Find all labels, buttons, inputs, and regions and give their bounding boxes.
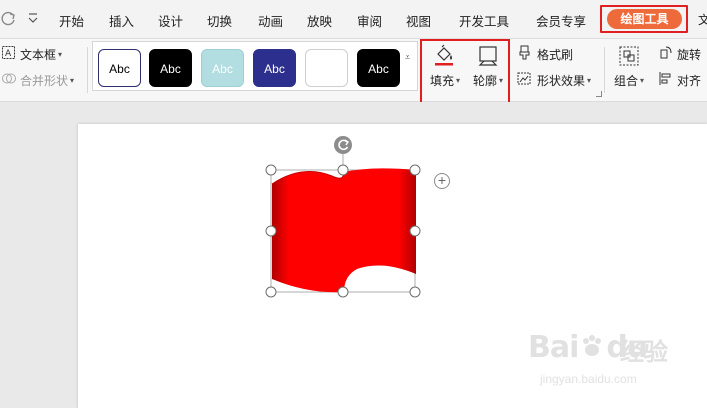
group-icon[interactable] [617,45,641,67]
align-icon [659,72,671,85]
rotate-handle-icon[interactable] [334,136,352,154]
group-button[interactable]: 组合 ▾ [614,72,644,89]
ribbon-divider [604,47,605,93]
tab-animation[interactable]: 动画 [258,11,283,30]
merge-shapes-icon [2,73,16,84]
paw-icon [583,335,602,356]
tab-drawing-tools[interactable]: 绘图工具 [607,9,682,29]
resize-handle[interactable] [265,286,277,298]
selected-shape[interactable] [262,134,432,302]
tab-insert[interactable]: 插入 [109,11,134,30]
shape-style-swatch[interactable]: Abc [305,49,348,87]
shape-effects-button[interactable]: 形状效果 ▾ [537,72,591,89]
add-icon[interactable]: + [434,173,450,189]
svg-text:A: A [5,49,12,59]
chevron-down-icon: ▾ [58,50,63,59]
shape-effects-icon [517,72,531,85]
shape-style-swatch[interactable]: Abc [357,49,400,87]
fill-outline-highlight-box [420,39,510,111]
ribbon-tab-bar: 开始 插入 设计 切换 动画 放映 审阅 视图 开发工具 会员专享 绘图工具 文 [0,0,707,39]
tab-developer[interactable]: 开发工具 [459,11,509,30]
tab-transition[interactable]: 切换 [207,11,232,30]
tab-design[interactable]: 设计 [158,11,183,30]
merge-shapes-button[interactable]: 合并形状 ▾ [20,72,74,89]
tab-start[interactable]: 开始 [59,11,84,30]
quick-access-dropdown-icon[interactable] [26,9,40,27]
resize-handle[interactable] [337,286,349,298]
shape-style-swatch[interactable]: Abc [253,49,296,87]
shape-style-swatch[interactable]: Abc [201,49,244,87]
tab-slideshow[interactable]: 放映 [307,11,332,30]
shape-style-swatch[interactable]: Abc [149,49,192,87]
resize-handle[interactable] [265,225,277,237]
redo-icon[interactable] [0,9,18,27]
wave-shape[interactable] [272,168,416,293]
tab-view[interactable]: 视图 [406,11,431,30]
dialog-launcher-icon[interactable] [596,91,602,97]
chevron-down-icon: ▾ [640,76,645,85]
textbox-button[interactable]: 文本框 ▾ [20,46,62,63]
shape-styles-gallery: Abc Abc Abc Abc Abc Abc [92,41,418,91]
resize-handle[interactable] [409,286,421,298]
rotate-icon [660,46,672,59]
resize-handle[interactable] [409,225,421,237]
shape-style-swatch[interactable]: Abc [98,49,141,87]
tab-text-truncated[interactable]: 文 [698,11,707,28]
align-button[interactable]: 对齐 [677,72,701,89]
watermark-jingyan: 经验 [620,339,668,366]
tab-member[interactable]: 会员专享 [536,11,586,30]
format-painter-icon [519,45,530,60]
tab-review[interactable]: 审阅 [357,11,382,30]
chevron-down-icon: ▾ [70,76,75,85]
resize-handle[interactable] [337,164,349,176]
watermark-url: jingyan.baidu.com [540,372,637,386]
chevron-down-icon: ▾ [587,76,592,85]
rotate-button[interactable]: 旋转 [677,46,701,63]
resize-handle[interactable] [409,164,421,176]
format-painter-button[interactable]: 格式刷 [537,46,573,63]
textbox-icon: A [2,46,15,59]
styles-more-icon[interactable]: ⩡ [405,52,410,63]
ribbon-toolbar: A 文本框 ▾ 合并形状 ▾ Abc Abc Abc Abc Abc Abc ⩡ 填… [0,39,707,102]
ribbon-divider [87,47,88,93]
baidu-watermark: Bai du 经验 jingyan.baidu.com [528,322,703,402]
resize-handle[interactable] [265,164,277,176]
